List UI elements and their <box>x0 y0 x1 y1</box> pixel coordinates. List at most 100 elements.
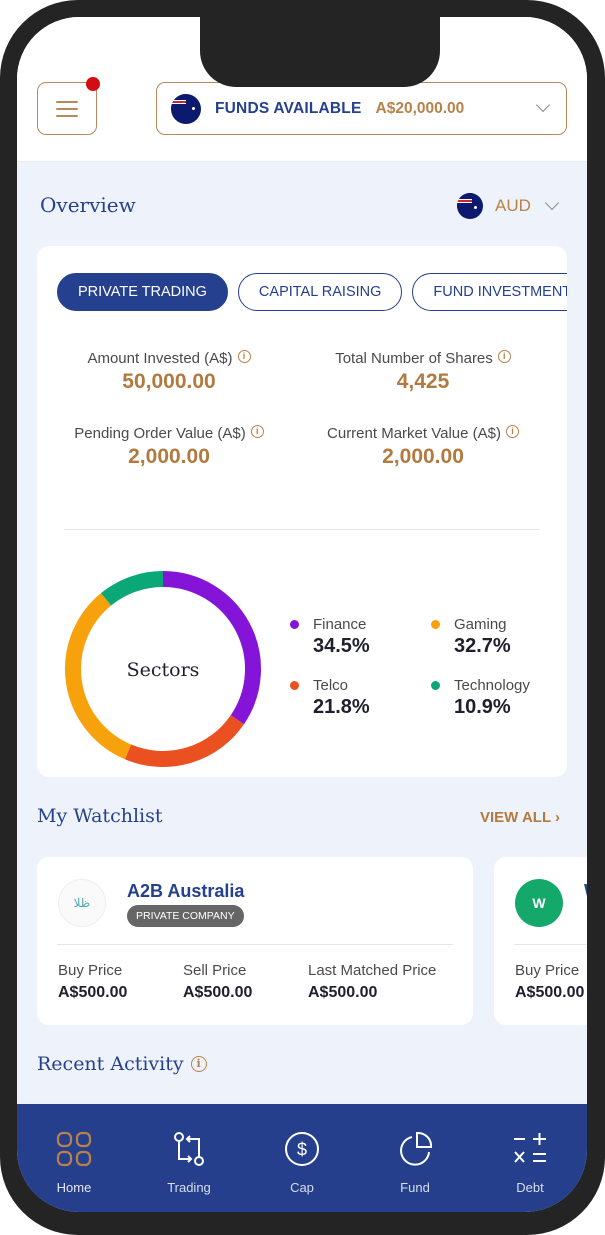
home-grid-icon <box>56 1131 92 1167</box>
donut-segment-finance <box>162 571 261 725</box>
pie-chart-icon <box>400 1131 433 1166</box>
overview-title: Overview <box>40 193 136 217</box>
legend-item-technology: Technology 10.9% <box>431 677 530 719</box>
buy-price: Buy Price A$500.00 <box>58 962 127 1002</box>
legend-dot <box>431 620 440 629</box>
funds-amount: A$20,000.00 <box>375 99 465 117</box>
chevron-down-icon <box>535 97 551 113</box>
phone-frame: FUNDS AVAILABLE A$20,000.00 Overview AUD… <box>0 0 605 1235</box>
menu-button[interactable] <box>37 82 97 135</box>
chevron-right-icon: › <box>555 809 561 826</box>
legend-dot <box>431 681 440 690</box>
trading-swap-icon <box>174 1132 204 1166</box>
legend-value: 21.8% <box>313 696 370 718</box>
nav-label: Debt <box>516 1180 544 1195</box>
watchlist-card[interactable]: ظلا A2B Australia PRIVATE COMPANY Buy Pr… <box>37 857 473 1025</box>
tab-capital-raising[interactable]: CAPITAL RAISING <box>237 273 403 311</box>
dollar-circle-icon: $ <box>285 1132 319 1166</box>
company-type-badge: PRIVATE COMPANY <box>127 905 244 927</box>
legend-label: Telco <box>313 677 349 694</box>
watchlist-card[interactable]: W W Buy Price A$500.00 <box>494 857 587 1025</box>
price-label: Buy Price <box>58 962 123 979</box>
nav-fund[interactable]: Fund <box>370 1104 460 1204</box>
price-value: A$500.00 <box>515 984 585 1001</box>
legend-item-finance: Finance 34.5% <box>290 616 370 658</box>
nav-label: Cap <box>290 1180 314 1195</box>
nav-trading[interactable]: Trading <box>144 1104 234 1204</box>
stat-label: Amount Invested (A$) <box>87 350 233 367</box>
nav-label: Trading <box>167 1180 211 1195</box>
funds-label: FUNDS AVAILABLE <box>215 99 362 117</box>
company-logo: ظلا <box>58 879 106 927</box>
legend-item-gaming: Gaming 32.7% <box>431 616 511 658</box>
divider <box>57 944 453 945</box>
info-icon[interactable]: i <box>190 1056 207 1072</box>
buy-price: Buy Price A$500.00 <box>515 962 584 1002</box>
recent-activity-title: Recent Activity i <box>37 1053 207 1075</box>
legend-value: 34.5% <box>313 635 370 657</box>
app-screen: FUNDS AVAILABLE A$20,000.00 Overview AUD… <box>17 17 587 1212</box>
currency-selector[interactable]: AUD <box>457 193 559 219</box>
info-icon[interactable]: i <box>497 350 511 363</box>
company-name: W <box>584 881 587 902</box>
donut-segment-technology <box>100 571 164 606</box>
australia-flag-icon <box>457 193 483 219</box>
nav-label: Fund <box>400 1180 430 1195</box>
funds-available-dropdown[interactable]: FUNDS AVAILABLE A$20,000.00 <box>156 82 567 135</box>
info-icon[interactable]: i <box>237 350 251 363</box>
stat-value: 2,000.00 <box>128 445 210 468</box>
donut-center-label: Sectors <box>127 659 200 681</box>
price-label: Last Matched Price <box>308 962 437 979</box>
calculator-icon <box>514 1133 546 1163</box>
stat-label: Pending Order Value (A$) <box>74 425 246 442</box>
legend-dot <box>290 620 299 629</box>
nav-cap[interactable]: $ Cap <box>257 1104 347 1204</box>
watchlist-title: My Watchlist <box>37 805 163 827</box>
overview-tabs: PRIVATE TRADING CAPITAL RAISING FUND INV… <box>57 273 567 311</box>
legend-value: 10.9% <box>454 696 511 718</box>
nav-home[interactable]: Home <box>29 1104 119 1204</box>
nav-label: Home <box>56 1180 92 1195</box>
company-logo: W <box>515 879 563 927</box>
legend-label: Finance <box>313 616 367 633</box>
view-all-label: VIEW ALL <box>480 809 551 826</box>
stat-value: 4,425 <box>396 370 450 393</box>
stat-pending-order-value: Pending Order Value (A$) i 2,000.00 <box>49 425 289 469</box>
divider <box>514 944 587 945</box>
legend-label: Gaming <box>454 616 507 633</box>
price-label: Sell Price <box>183 962 247 979</box>
last-matched-price: Last Matched Price A$500.00 <box>308 962 436 1002</box>
view-all-link[interactable]: VIEW ALL › <box>480 809 560 826</box>
stat-value: 2,000.00 <box>382 445 464 468</box>
price-value: A$500.00 <box>58 984 128 1001</box>
legend-label: Technology <box>454 677 530 694</box>
tab-fund-investment[interactable]: FUND INVESTMENT <box>412 273 567 311</box>
recent-activity-label: Recent Activity <box>37 1053 184 1075</box>
sectors-donut-chart: Sectors <box>65 571 261 767</box>
info-icon[interactable]: i <box>505 425 519 438</box>
stat-current-market-value: Current Market Value (A$) i 2,000.00 <box>303 425 543 469</box>
info-icon[interactable]: i <box>250 425 264 438</box>
donut-segment-gaming <box>65 593 132 760</box>
stat-value: 50,000.00 <box>122 370 216 393</box>
stat-label: Current Market Value (A$) <box>327 425 501 442</box>
sell-price: Sell Price A$500.00 <box>183 962 252 1002</box>
company-name: A2B Australia <box>127 881 245 901</box>
legend-dot <box>290 681 299 690</box>
price-value: A$500.00 <box>308 984 378 1001</box>
price-label: Buy Price <box>515 962 580 979</box>
hamburger-menu-icon <box>56 100 78 117</box>
nav-debt[interactable]: Debt <box>485 1104 575 1204</box>
device-notch <box>200 17 440 87</box>
bottom-nav: Home Trading $ Cap Fund Debt <box>17 1104 587 1212</box>
currency-code: AUD <box>495 196 531 215</box>
stat-label: Total Number of Shares <box>335 350 493 367</box>
stat-total-shares: Total Number of Shares i 4,425 <box>303 350 543 394</box>
price-value: A$500.00 <box>183 984 253 1001</box>
stat-amount-invested: Amount Invested (A$) i 50,000.00 <box>49 350 289 394</box>
australia-flag-icon <box>171 93 201 124</box>
divider <box>64 529 540 530</box>
tab-private-trading[interactable]: PRIVATE TRADING <box>57 273 228 311</box>
legend-value: 32.7% <box>454 635 511 657</box>
donut-segment-telco <box>124 715 244 767</box>
